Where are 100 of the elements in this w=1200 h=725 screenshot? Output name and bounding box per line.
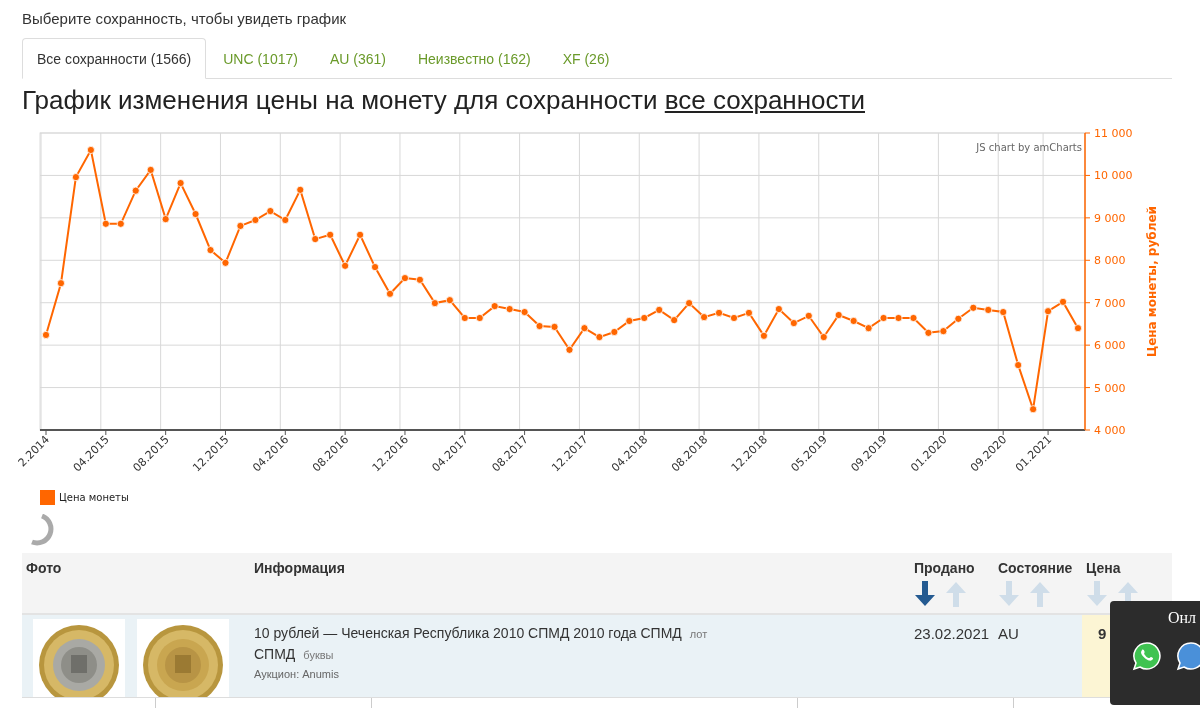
data-point bbox=[400, 274, 409, 283]
letters-tag: буквы bbox=[303, 645, 334, 665]
data-point bbox=[759, 331, 768, 340]
data-point bbox=[670, 316, 679, 325]
column-header: Фото bbox=[26, 560, 62, 576]
data-point bbox=[939, 327, 948, 336]
legend-label: Цена монеты bbox=[59, 492, 129, 503]
prompt-text: Выберите сохранность, чтобы увидеть график bbox=[22, 9, 348, 28]
data-point bbox=[42, 330, 50, 339]
data-point bbox=[625, 316, 634, 325]
column-header: Продано bbox=[914, 560, 975, 576]
data-point bbox=[460, 314, 469, 322]
y-axis-title: Цена монеты, рублей bbox=[1145, 206, 1159, 357]
data-point bbox=[819, 333, 828, 342]
data-point bbox=[700, 313, 709, 322]
data-point bbox=[730, 314, 738, 322]
data-point bbox=[804, 311, 813, 320]
data-point bbox=[341, 261, 350, 270]
data-point bbox=[744, 308, 753, 317]
data-point bbox=[191, 210, 200, 219]
data-point bbox=[490, 302, 499, 311]
sort-down-arrow-icon[interactable] bbox=[914, 581, 936, 607]
tab[interactable]: AU (361) bbox=[314, 38, 401, 79]
data-point bbox=[580, 324, 589, 333]
data-point bbox=[969, 303, 978, 312]
column-header: Цена bbox=[1086, 560, 1121, 576]
data-point bbox=[879, 314, 888, 322]
loading-spinner-icon bbox=[28, 514, 56, 546]
data-point bbox=[894, 314, 903, 322]
y-tick-label: 6 000 bbox=[1094, 339, 1126, 353]
y-tick-label: 8 000 bbox=[1094, 254, 1126, 268]
price-value: 9 bbox=[1098, 625, 1107, 642]
data-point bbox=[116, 219, 125, 228]
data-point bbox=[281, 216, 290, 224]
data-point bbox=[520, 308, 529, 317]
chat-bubble-icon[interactable] bbox=[1176, 641, 1200, 671]
data-point bbox=[924, 328, 933, 337]
data-point bbox=[535, 322, 544, 331]
heading-link[interactable]: все сохранности bbox=[664, 85, 865, 115]
data-point bbox=[236, 221, 245, 230]
data-point bbox=[655, 305, 664, 314]
data-point bbox=[445, 296, 454, 305]
legend-swatch bbox=[40, 490, 55, 505]
tab[interactable]: Все сохранности (1566) bbox=[22, 38, 207, 79]
y-tick-label: 11 000 bbox=[1094, 127, 1133, 140]
data-point bbox=[610, 328, 619, 336]
lot-title[interactable]: СПМД bbox=[254, 644, 296, 664]
data-point bbox=[311, 235, 320, 244]
column-header: Информация bbox=[254, 560, 345, 576]
data-point bbox=[984, 305, 993, 314]
data-point bbox=[371, 263, 380, 272]
data-point bbox=[1059, 297, 1068, 306]
data-point bbox=[849, 316, 858, 325]
popup-title: Онл bbox=[1168, 609, 1197, 627]
data-point bbox=[685, 299, 694, 308]
data-point bbox=[251, 216, 260, 224]
data-point bbox=[834, 311, 843, 319]
data-point bbox=[1014, 361, 1023, 370]
data-point bbox=[86, 145, 95, 154]
data-point bbox=[999, 308, 1008, 317]
data-point bbox=[131, 186, 140, 195]
lot-tag: лот bbox=[689, 624, 708, 644]
phone-chat-icon[interactable] bbox=[1132, 641, 1162, 671]
y-tick-label: 4 000 bbox=[1094, 424, 1126, 437]
data-point bbox=[954, 314, 963, 323]
data-point bbox=[161, 215, 170, 224]
data-point bbox=[595, 333, 604, 342]
condition-value: AU bbox=[998, 625, 1019, 642]
data-point bbox=[1074, 324, 1082, 333]
data-point bbox=[715, 308, 724, 317]
data-point bbox=[550, 322, 559, 331]
data-point bbox=[56, 279, 65, 288]
y-tick-label: 5 000 bbox=[1094, 381, 1126, 395]
data-point bbox=[475, 314, 484, 322]
data-point bbox=[909, 314, 918, 322]
data-point bbox=[640, 314, 649, 322]
auction-name: Аукцион: Anumis bbox=[254, 668, 340, 680]
data-point bbox=[206, 246, 215, 255]
data-point bbox=[789, 319, 798, 328]
data-point bbox=[505, 305, 514, 314]
data-point bbox=[176, 179, 185, 188]
data-point bbox=[430, 299, 439, 308]
data-point bbox=[326, 230, 335, 239]
data-point bbox=[266, 207, 275, 216]
chart-credit: JS chart by amCharts bbox=[976, 142, 1082, 153]
data-point bbox=[565, 345, 574, 354]
data-point bbox=[415, 275, 424, 284]
data-point bbox=[774, 305, 783, 314]
sold-date: 23.02.2021 bbox=[914, 625, 990, 642]
column-header: Состояние bbox=[998, 560, 1073, 576]
y-tick-label: 10 000 bbox=[1094, 169, 1133, 183]
y-tick-label: 9 000 bbox=[1094, 211, 1126, 225]
data-point bbox=[864, 324, 873, 333]
data-point bbox=[296, 185, 305, 194]
data-point bbox=[101, 219, 110, 228]
lot-title[interactable]: 10 рублей — Чеченская Республика 2010 СПМД 2010 года СПМД bbox=[254, 623, 682, 643]
page-heading: График изменения цены на монету для сохранности все сохранности bbox=[22, 84, 866, 117]
data-point bbox=[221, 258, 230, 267]
data-point bbox=[1029, 405, 1038, 414]
data-point bbox=[386, 289, 394, 298]
